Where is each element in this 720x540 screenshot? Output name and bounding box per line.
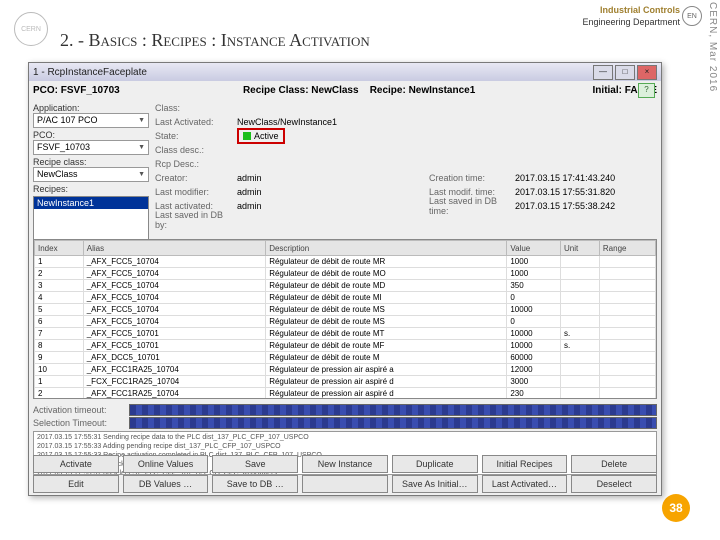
side-footer: CERN, Mar 2016 bbox=[707, 2, 718, 92]
table-row[interactable]: 3_AFX_FCC5_10704Régulateur de débit de r… bbox=[35, 280, 656, 292]
table-row[interactable]: 10_AFX_FCC1RA25_10704Régulateur de press… bbox=[35, 364, 656, 376]
deselect-button[interactable]: Deselect bbox=[571, 475, 657, 493]
cern-logo: CERN bbox=[14, 12, 48, 46]
last-activated--button[interactable]: Last Activated… bbox=[482, 475, 568, 493]
properties-table[interactable]: IndexAliasDescriptionValueUnitRange1_AFX… bbox=[33, 239, 657, 399]
table-row[interactable]: 7_AFX_FCC5_10701Régulateur de débit de r… bbox=[35, 328, 656, 340]
duplicate-button[interactable]: Duplicate bbox=[392, 455, 478, 473]
activation-progress bbox=[129, 404, 657, 416]
db-values--button[interactable]: DB Values … bbox=[123, 475, 209, 493]
table-row[interactable]: 4_AFX_FCC5_10704Régulateur de débit de r… bbox=[35, 292, 656, 304]
header-right: Industrial Controls Engineering Departme… bbox=[582, 4, 680, 28]
spacer-button bbox=[302, 475, 388, 493]
minimize-button[interactable]: — bbox=[593, 65, 613, 80]
recipe-class-header: Recipe Class: NewClass Recipe: NewInstan… bbox=[126, 85, 593, 96]
initial-recipes-button[interactable]: Initial Recipes bbox=[482, 455, 568, 473]
window-titlebar[interactable]: 1 - RcpInstanceFaceplate — □ × bbox=[29, 63, 661, 81]
progress-area: Activation timeout: Selection Timeout: bbox=[33, 403, 657, 429]
table-row[interactable]: 5_AFX_FCC5_10704Régulateur de débit de r… bbox=[35, 304, 656, 316]
status-badge: Active bbox=[237, 128, 285, 144]
table-row[interactable]: 6_AFX_FCC5_10704Régulateur de débit de r… bbox=[35, 316, 656, 328]
table-row[interactable]: 8_AFX_FCC5_10701Régulateur de débit de r… bbox=[35, 340, 656, 352]
activate-button[interactable]: Activate bbox=[33, 455, 119, 473]
chevron-down-icon: ▼ bbox=[138, 141, 145, 154]
edit-button[interactable]: Edit bbox=[33, 475, 119, 493]
slide-number: 38 bbox=[662, 494, 690, 522]
pco-label: PCO: FSVF_10703 bbox=[33, 85, 120, 96]
save-to-db--button[interactable]: Save to DB … bbox=[212, 475, 298, 493]
new-instance-button[interactable]: New Instance bbox=[302, 455, 388, 473]
recipe-class-dropdown[interactable]: NewClass▼ bbox=[33, 167, 149, 182]
chevron-down-icon: ▼ bbox=[138, 114, 145, 127]
app-window: 1 - RcpInstanceFaceplate — □ × PCO: FSVF… bbox=[28, 62, 662, 496]
table-row[interactable]: 9_AFX_DCC5_10701Régulateur de débit de r… bbox=[35, 352, 656, 364]
list-item[interactable]: NewInstance1 bbox=[34, 197, 148, 209]
slide-title: 2. - Basics : Recipes : Instance Activat… bbox=[60, 30, 370, 51]
enice-badge: EN bbox=[682, 6, 702, 26]
table-row[interactable]: 2_AFX_FCC5_10704Régulateur de débit de r… bbox=[35, 268, 656, 280]
selection-progress bbox=[129, 417, 657, 429]
chevron-down-icon: ▼ bbox=[138, 168, 145, 181]
pco-dropdown[interactable]: FSVF_10703▼ bbox=[33, 140, 149, 155]
save-button[interactable]: Save bbox=[212, 455, 298, 473]
table-row[interactable]: 1_FCX_FCC1RA25_10704Régulateur de pressi… bbox=[35, 376, 656, 388]
help-icon[interactable]: ? bbox=[638, 83, 655, 98]
delete-button[interactable]: Delete bbox=[571, 455, 657, 473]
window-title: 1 - RcpInstanceFaceplate bbox=[33, 67, 147, 78]
close-button[interactable]: × bbox=[637, 65, 657, 80]
info-panel: Class:Last Activated:NewClass/NewInstanc… bbox=[155, 101, 655, 227]
table-row[interactable]: 1_AFX_FCC5_10704Régulateur de débit de r… bbox=[35, 256, 656, 268]
save-as-initial--button[interactable]: Save As Initial… bbox=[392, 475, 478, 493]
application-dropdown[interactable]: P/AC 107 PCO▼ bbox=[33, 113, 149, 128]
table-row[interactable]: 2_AFX_FCC1RA25_10704Régulateur de pressi… bbox=[35, 388, 656, 400]
maximize-button[interactable]: □ bbox=[615, 65, 635, 80]
online-values-button[interactable]: Online Values bbox=[123, 455, 209, 473]
